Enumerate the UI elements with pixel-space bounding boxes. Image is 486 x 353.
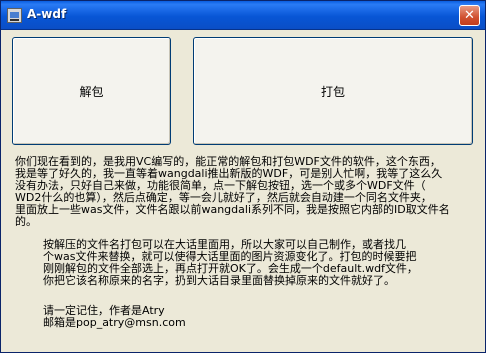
intro-paragraph: 你们现在看到的，是我用VC编写的，能正常的解包和打包WDF文件的软件，这个东西，… — [15, 155, 450, 228]
instructions-paragraph: 按解压的文件名打包可以在大话里面用，所以大家可以自己制作，或者找几 个was文件… — [43, 238, 418, 287]
client-area: 解包 打包 你们现在看到的，是我用VC编写的，能正常的解包和打包WDF文件的软件… — [4, 30, 482, 349]
close-button[interactable]: ✕ — [459, 5, 480, 26]
window-title: A-wdf — [27, 7, 67, 21]
main-window: A-wdf ✕ 解包 打包 你们现在看到的，是我用VC编写的，能正常的解包和打包… — [0, 0, 486, 353]
unpack-button-label: 解包 — [79, 84, 104, 99]
unpack-button[interactable]: 解包 — [12, 37, 171, 145]
author-info: 请一定记住，作者是Atry 邮箱是pop_atry@msn.com — [43, 304, 186, 329]
pack-button-label: 打包 — [320, 84, 345, 99]
app-icon[interactable] — [7, 8, 22, 23]
pack-button[interactable]: 打包 — [193, 37, 473, 145]
title-bar[interactable]: A-wdf ✕ — [1, 1, 485, 30]
close-icon: ✕ — [464, 8, 475, 23]
